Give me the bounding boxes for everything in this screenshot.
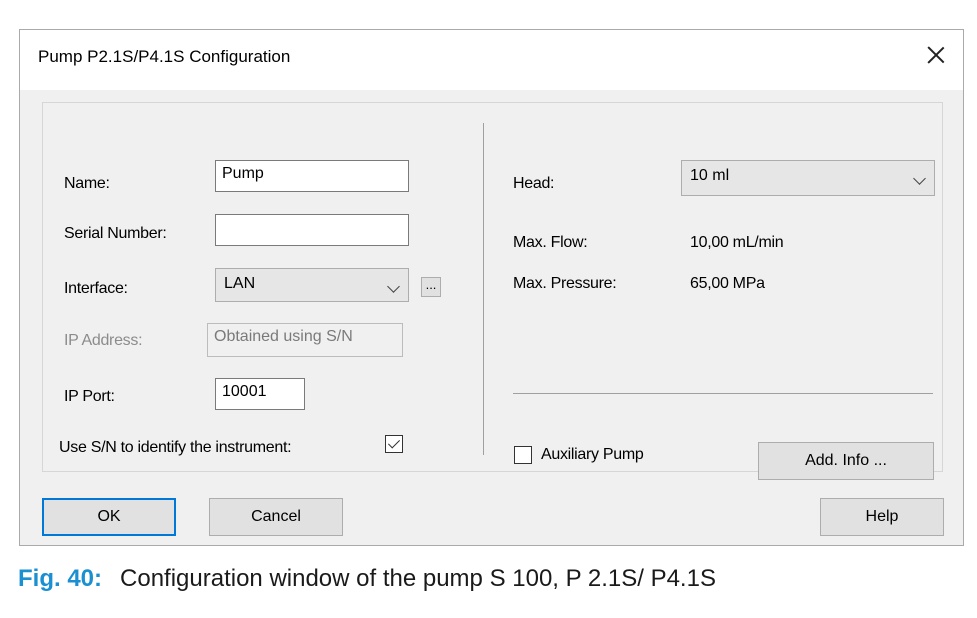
chevron-down-icon [913,172,926,185]
ip-port-field[interactable]: 10001 [215,378,305,410]
dialog-title: Pump P2.1S/P4.1S Configuration [38,47,291,66]
max-flow-label: Max. Flow: [513,234,588,251]
help-button[interactable]: Help [820,498,944,536]
name-field[interactable]: Pump [215,160,409,192]
head-label: Head: [513,175,555,192]
head-select-value: 10 ml [690,167,730,184]
auxiliary-pump-label: Auxiliary Pump [541,446,644,463]
max-flow-value: 10,00 mL/min [690,234,784,251]
column-divider [483,123,484,455]
auxiliary-pump-checkbox[interactable] [514,446,532,464]
interface-label: Interface: [64,280,128,297]
add-info-button[interactable]: Add. Info ... [758,442,934,480]
settings-group: Name: Pump Serial Number: Interface: LAN… [42,102,943,480]
close-icon[interactable] [919,38,953,72]
use-sn-label: Use S/N to identify the instrument: [59,439,292,456]
serial-number-field[interactable] [215,214,409,246]
interface-select-value: LAN [224,275,256,292]
interface-browse-button[interactable]: ... [421,277,441,297]
figure-caption: Fig. 40: Configuration window of the pump… [18,565,716,593]
ip-port-label: IP Port: [64,388,115,405]
max-pressure-value: 65,00 MPa [690,275,765,292]
ip-address-label: IP Address: [64,332,143,349]
serial-number-label: Serial Number: [64,225,167,242]
max-pressure-label: Max. Pressure: [513,275,617,292]
check-icon [387,436,401,449]
ip-address-field: Obtained using S/N [207,323,403,357]
cancel-button[interactable]: Cancel [209,498,343,536]
caption-text: Configuration window of the pump S 100, … [120,565,716,592]
title-bar: Pump P2.1S/P4.1S Configuration [20,30,963,90]
interface-select[interactable]: LAN [215,268,409,302]
figure-number: Fig. 40: [18,565,103,592]
chevron-down-icon [387,280,400,293]
ok-button[interactable]: OK [42,498,176,536]
right-divider [513,393,933,394]
name-label: Name: [64,175,110,192]
configuration-dialog: Pump P2.1S/P4.1S Configuration Name: Pum… [19,29,964,546]
head-select[interactable]: 10 ml [681,160,935,196]
use-sn-checkbox[interactable] [385,435,403,453]
